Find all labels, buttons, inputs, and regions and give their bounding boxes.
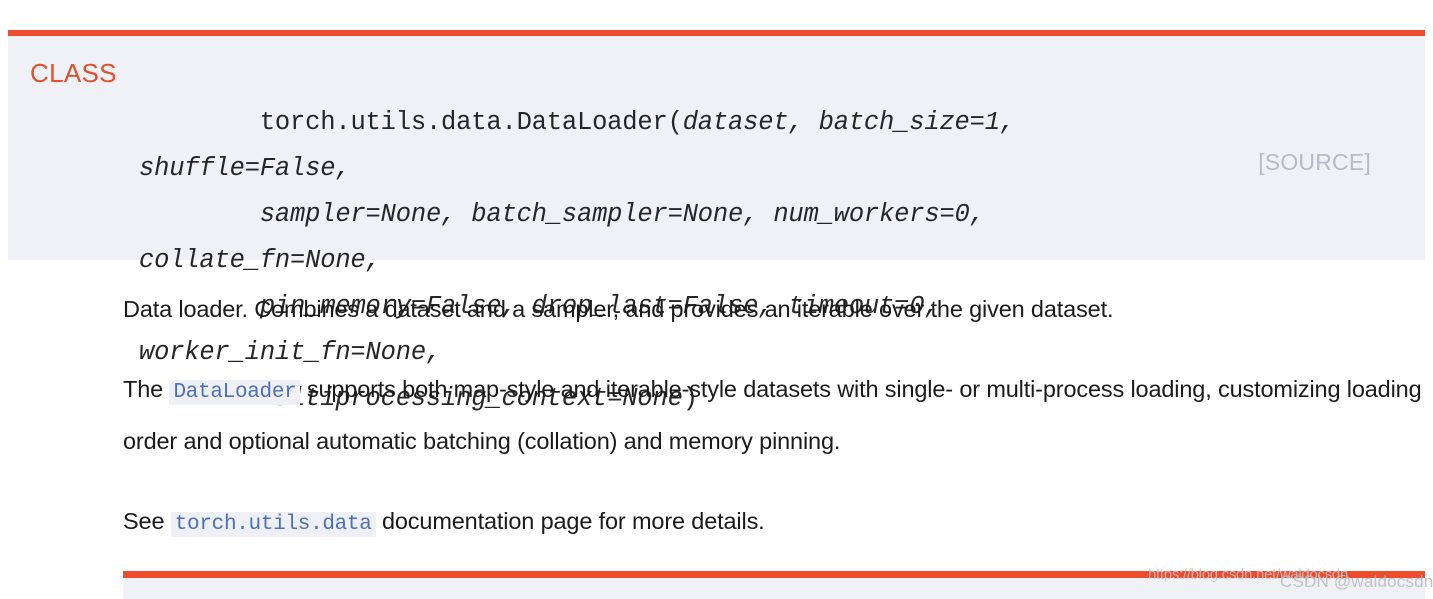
paragraph-2-text-before: The: [123, 376, 170, 402]
next-signature-block-top: [123, 578, 1425, 599]
inline-code-torch-utils-data[interactable]: torch.utils.data: [170, 512, 376, 537]
class-qualified-name: torch.utils.data.DataLoader(: [259, 108, 683, 137]
signature-params-line-2: sampler=None, batch_sampler=None, num_wo…: [139, 200, 1000, 275]
paragraph-3-text-before: See: [123, 508, 171, 534]
source-link[interactable]: [SOURCE]: [1258, 149, 1371, 176]
inline-code-dataloader[interactable]: DataLoader: [169, 380, 301, 405]
class-description: Data loader. Combines a dataset and a sa…: [123, 285, 1423, 549]
description-paragraph-3: See torch.utils.data documentation page …: [123, 497, 1423, 549]
signature-inner: CLASS torch.utils.data.DataLoader(datase…: [8, 36, 1425, 413]
class-keyword-label: CLASS: [30, 58, 117, 88]
description-paragraph-1: Data loader. Combines a dataset and a sa…: [123, 296, 1114, 322]
class-signature-block: CLASS torch.utils.data.DataLoader(datase…: [8, 30, 1425, 413]
section-separator-bar: [123, 571, 1425, 578]
paragraph-2-text-after: supports both map-style and iterable-sty…: [123, 376, 1422, 454]
description-paragraph-2: The DataLoader supports both map-style a…: [123, 365, 1423, 465]
documentation-page: CLASS torch.utils.data.DataLoader(datase…: [0, 0, 1433, 599]
paragraph-3-text-after: documentation page for more details.: [375, 508, 765, 534]
